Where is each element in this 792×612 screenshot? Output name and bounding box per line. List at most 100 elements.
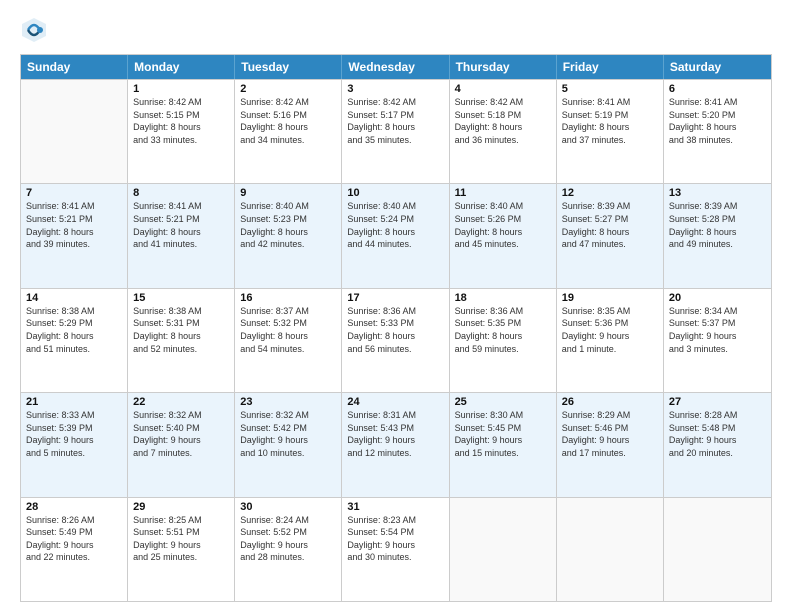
- daylight-text: Daylight: 9 hours: [669, 435, 737, 445]
- day-info: Sunrise: 8:39 AMSunset: 5:28 PMDaylight:…: [669, 200, 766, 250]
- daylight-text2: and 51 minutes.: [26, 344, 90, 354]
- sunrise-text: Sunrise: 8:42 AM: [455, 97, 524, 107]
- sunset-text: Sunset: 5:21 PM: [26, 214, 93, 224]
- calendar-day-8: 8Sunrise: 8:41 AMSunset: 5:21 PMDaylight…: [128, 184, 235, 287]
- day-number: 23: [240, 396, 336, 408]
- sunrise-text: Sunrise: 8:24 AM: [240, 515, 309, 525]
- day-number: 4: [455, 83, 551, 95]
- day-number: 15: [133, 292, 229, 304]
- sunset-text: Sunset: 5:28 PM: [669, 214, 736, 224]
- day-number: 8: [133, 187, 229, 199]
- calendar-day-23: 23Sunrise: 8:32 AMSunset: 5:42 PMDayligh…: [235, 393, 342, 496]
- day-info: Sunrise: 8:41 AMSunset: 5:21 PMDaylight:…: [133, 200, 229, 250]
- calendar-day-17: 17Sunrise: 8:36 AMSunset: 5:33 PMDayligh…: [342, 289, 449, 392]
- calendar-day-15: 15Sunrise: 8:38 AMSunset: 5:31 PMDayligh…: [128, 289, 235, 392]
- daylight-text2: and 36 minutes.: [455, 135, 519, 145]
- page: SundayMondayTuesdayWednesdayThursdayFrid…: [0, 0, 792, 612]
- day-number: 20: [669, 292, 766, 304]
- header-day-wednesday: Wednesday: [342, 55, 449, 79]
- daylight-text: Daylight: 9 hours: [240, 435, 308, 445]
- calendar-week-2: 7Sunrise: 8:41 AMSunset: 5:21 PMDaylight…: [21, 183, 771, 287]
- daylight-text: Daylight: 8 hours: [347, 227, 415, 237]
- sunset-text: Sunset: 5:45 PM: [455, 423, 522, 433]
- daylight-text: Daylight: 8 hours: [26, 227, 94, 237]
- day-info: Sunrise: 8:23 AMSunset: 5:54 PMDaylight:…: [347, 514, 443, 564]
- sunrise-text: Sunrise: 8:40 AM: [347, 201, 416, 211]
- sunrise-text: Sunrise: 8:40 AM: [455, 201, 524, 211]
- sunrise-text: Sunrise: 8:42 AM: [133, 97, 202, 107]
- calendar-day-29: 29Sunrise: 8:25 AMSunset: 5:51 PMDayligh…: [128, 498, 235, 601]
- empty-cell: [557, 498, 664, 601]
- day-info: Sunrise: 8:32 AMSunset: 5:40 PMDaylight:…: [133, 409, 229, 459]
- day-info: Sunrise: 8:41 AMSunset: 5:20 PMDaylight:…: [669, 96, 766, 146]
- calendar-day-27: 27Sunrise: 8:28 AMSunset: 5:48 PMDayligh…: [664, 393, 771, 496]
- sunrise-text: Sunrise: 8:23 AM: [347, 515, 416, 525]
- sunset-text: Sunset: 5:46 PM: [562, 423, 629, 433]
- calendar-day-20: 20Sunrise: 8:34 AMSunset: 5:37 PMDayligh…: [664, 289, 771, 392]
- sunrise-text: Sunrise: 8:40 AM: [240, 201, 309, 211]
- calendar-day-22: 22Sunrise: 8:32 AMSunset: 5:40 PMDayligh…: [128, 393, 235, 496]
- empty-cell: [21, 80, 128, 183]
- daylight-text2: and 45 minutes.: [455, 239, 519, 249]
- empty-cell: [450, 498, 557, 601]
- day-number: 5: [562, 83, 658, 95]
- header-day-monday: Monday: [128, 55, 235, 79]
- empty-cell: [664, 498, 771, 601]
- calendar-day-14: 14Sunrise: 8:38 AMSunset: 5:29 PMDayligh…: [21, 289, 128, 392]
- day-info: Sunrise: 8:36 AMSunset: 5:35 PMDaylight:…: [455, 305, 551, 355]
- day-number: 16: [240, 292, 336, 304]
- sunrise-text: Sunrise: 8:28 AM: [669, 410, 738, 420]
- calendar-day-26: 26Sunrise: 8:29 AMSunset: 5:46 PMDayligh…: [557, 393, 664, 496]
- daylight-text2: and 7 minutes.: [133, 448, 192, 458]
- daylight-text: Daylight: 9 hours: [26, 540, 94, 550]
- sunset-text: Sunset: 5:19 PM: [562, 110, 629, 120]
- day-number: 10: [347, 187, 443, 199]
- day-info: Sunrise: 8:40 AMSunset: 5:23 PMDaylight:…: [240, 200, 336, 250]
- header-day-thursday: Thursday: [450, 55, 557, 79]
- day-number: 9: [240, 187, 336, 199]
- calendar-day-6: 6Sunrise: 8:41 AMSunset: 5:20 PMDaylight…: [664, 80, 771, 183]
- day-number: 12: [562, 187, 658, 199]
- sunset-text: Sunset: 5:39 PM: [26, 423, 93, 433]
- daylight-text: Daylight: 8 hours: [455, 227, 523, 237]
- sunrise-text: Sunrise: 8:30 AM: [455, 410, 524, 420]
- daylight-text: Daylight: 9 hours: [133, 435, 201, 445]
- day-number: 13: [669, 187, 766, 199]
- sunrise-text: Sunrise: 8:31 AM: [347, 410, 416, 420]
- calendar-day-31: 31Sunrise: 8:23 AMSunset: 5:54 PMDayligh…: [342, 498, 449, 601]
- day-info: Sunrise: 8:24 AMSunset: 5:52 PMDaylight:…: [240, 514, 336, 564]
- daylight-text: Daylight: 8 hours: [347, 122, 415, 132]
- sunset-text: Sunset: 5:27 PM: [562, 214, 629, 224]
- daylight-text: Daylight: 9 hours: [347, 540, 415, 550]
- day-info: Sunrise: 8:38 AMSunset: 5:31 PMDaylight:…: [133, 305, 229, 355]
- calendar-header: SundayMondayTuesdayWednesdayThursdayFrid…: [21, 55, 771, 79]
- header-day-sunday: Sunday: [21, 55, 128, 79]
- daylight-text2: and 52 minutes.: [133, 344, 197, 354]
- day-number: 24: [347, 396, 443, 408]
- daylight-text2: and 30 minutes.: [347, 552, 411, 562]
- daylight-text2: and 33 minutes.: [133, 135, 197, 145]
- day-info: Sunrise: 8:38 AMSunset: 5:29 PMDaylight:…: [26, 305, 122, 355]
- day-info: Sunrise: 8:31 AMSunset: 5:43 PMDaylight:…: [347, 409, 443, 459]
- sunset-text: Sunset: 5:43 PM: [347, 423, 414, 433]
- calendar-day-28: 28Sunrise: 8:26 AMSunset: 5:49 PMDayligh…: [21, 498, 128, 601]
- daylight-text2: and 39 minutes.: [26, 239, 90, 249]
- daylight-text2: and 54 minutes.: [240, 344, 304, 354]
- sunset-text: Sunset: 5:48 PM: [669, 423, 736, 433]
- calendar-day-16: 16Sunrise: 8:37 AMSunset: 5:32 PMDayligh…: [235, 289, 342, 392]
- daylight-text: Daylight: 8 hours: [669, 227, 737, 237]
- sunrise-text: Sunrise: 8:42 AM: [347, 97, 416, 107]
- daylight-text: Daylight: 8 hours: [669, 122, 737, 132]
- calendar-day-1: 1Sunrise: 8:42 AMSunset: 5:15 PMDaylight…: [128, 80, 235, 183]
- daylight-text2: and 15 minutes.: [455, 448, 519, 458]
- calendar-day-3: 3Sunrise: 8:42 AMSunset: 5:17 PMDaylight…: [342, 80, 449, 183]
- calendar-day-24: 24Sunrise: 8:31 AMSunset: 5:43 PMDayligh…: [342, 393, 449, 496]
- logo: [20, 16, 52, 44]
- sunset-text: Sunset: 5:29 PM: [26, 318, 93, 328]
- daylight-text2: and 41 minutes.: [133, 239, 197, 249]
- sunset-text: Sunset: 5:42 PM: [240, 423, 307, 433]
- calendar-day-11: 11Sunrise: 8:40 AMSunset: 5:26 PMDayligh…: [450, 184, 557, 287]
- day-info: Sunrise: 8:41 AMSunset: 5:19 PMDaylight:…: [562, 96, 658, 146]
- daylight-text: Daylight: 8 hours: [240, 227, 308, 237]
- calendar-day-12: 12Sunrise: 8:39 AMSunset: 5:27 PMDayligh…: [557, 184, 664, 287]
